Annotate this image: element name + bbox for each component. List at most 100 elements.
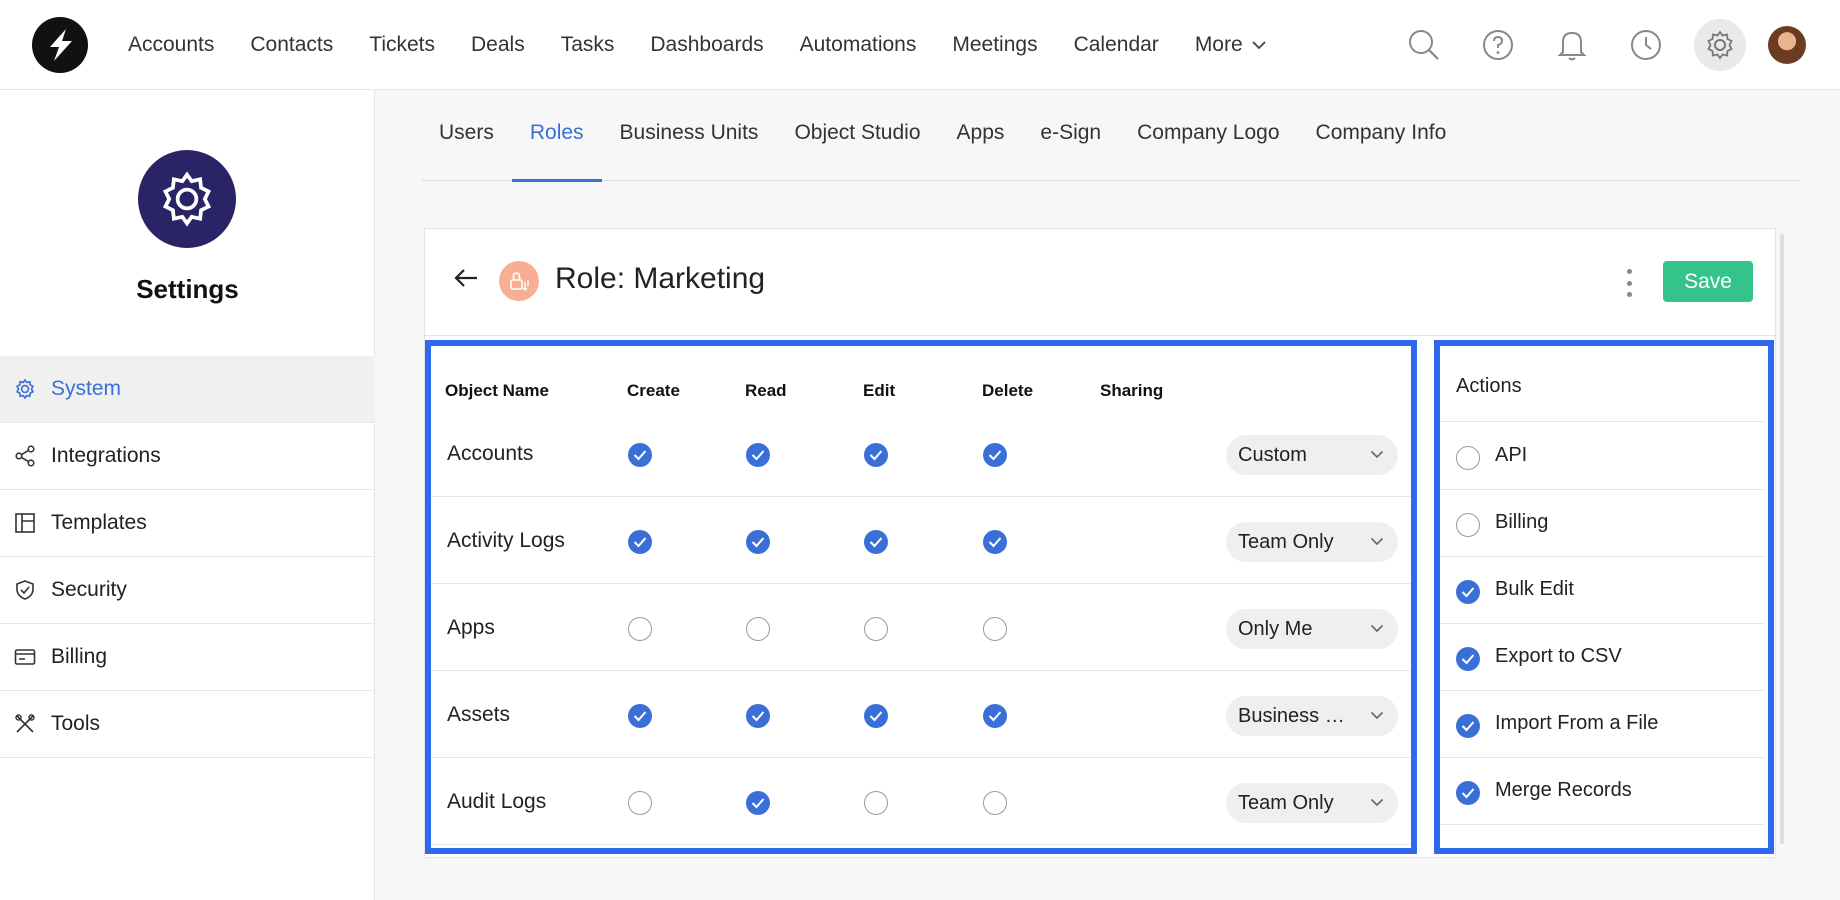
action-checkbox[interactable]	[1456, 781, 1480, 805]
action-label: Password Preferences	[1495, 846, 1696, 848]
sidebar-item-templates[interactable]: Templates	[0, 490, 375, 557]
permissions-table: Object Name Create Read Edit Delete Shar…	[425, 340, 1417, 854]
tab-company-logo[interactable]: Company Logo	[1119, 90, 1297, 181]
tab-users[interactable]: Users	[422, 90, 512, 181]
page-scrollbar[interactable]	[1780, 234, 1784, 844]
column-header-object-name: Object Name	[445, 381, 549, 400]
nav-item-deals[interactable]: Deals	[471, 33, 525, 57]
shield-icon	[14, 579, 36, 601]
sidebar-nav: System Integrations Templates Security B…	[0, 356, 375, 758]
tab-object-studio[interactable]: Object Studio	[776, 90, 938, 181]
nav-item-dashboards[interactable]: Dashboards	[650, 33, 763, 57]
list-item[interactable]: Billing	[1440, 490, 1764, 557]
top-icon-group	[1376, 0, 1806, 90]
read-checkbox[interactable]	[746, 704, 770, 728]
table-row: Assets Business Unit	[431, 671, 1411, 758]
edit-checkbox[interactable]	[864, 617, 888, 641]
delete-checkbox[interactable]	[983, 443, 1007, 467]
delete-checkbox[interactable]	[983, 704, 1007, 728]
nav-more-menu[interactable]: More	[1195, 33, 1267, 57]
sharing-dropdown[interactable]: Custom	[1226, 435, 1398, 475]
create-checkbox[interactable]	[628, 704, 652, 728]
read-checkbox[interactable]	[746, 443, 770, 467]
delete-checkbox[interactable]	[983, 530, 1007, 554]
column-header-edit: Edit	[863, 381, 896, 400]
action-checkbox[interactable]	[1456, 513, 1480, 537]
action-checkbox[interactable]	[1456, 848, 1480, 854]
nav-item-automations[interactable]: Automations	[800, 33, 917, 57]
action-label: Import From a File	[1495, 712, 1659, 734]
sharing-value: Only Me	[1238, 618, 1313, 640]
role-lock-icon	[499, 261, 539, 301]
action-checkbox[interactable]	[1456, 714, 1480, 738]
sharing-dropdown[interactable]: Team Only	[1226, 522, 1398, 562]
back-arrow-icon[interactable]	[453, 267, 479, 294]
object-name: Activity Logs	[447, 529, 565, 552]
edit-checkbox[interactable]	[864, 704, 888, 728]
list-item[interactable]: Merge Records	[1440, 758, 1764, 825]
billing-card-icon	[14, 646, 36, 668]
create-checkbox[interactable]	[628, 617, 652, 641]
settings-gear-icon[interactable]	[1694, 19, 1746, 71]
app-logo-icon[interactable]	[32, 17, 88, 73]
nav-item-accounts[interactable]: Accounts	[128, 33, 214, 57]
edit-checkbox[interactable]	[864, 530, 888, 554]
object-name: Assets	[447, 703, 511, 726]
notification-bell-icon[interactable]	[1546, 19, 1598, 71]
nav-item-contacts[interactable]: Contacts	[250, 33, 333, 57]
action-label: Bulk Edit	[1495, 578, 1574, 600]
list-item[interactable]: Bulk Edit	[1440, 557, 1764, 624]
action-label: Export to CSV	[1495, 645, 1622, 667]
action-checkbox[interactable]	[1456, 647, 1480, 671]
tab-roles[interactable]: Roles	[511, 90, 602, 182]
create-checkbox[interactable]	[628, 791, 652, 815]
top-navbar: Accounts Contacts Tickets Deals Tasks Da…	[0, 0, 1840, 90]
nav-item-tasks[interactable]: Tasks	[561, 33, 615, 57]
more-options-icon[interactable]	[1623, 269, 1635, 297]
list-item[interactable]: Export to CSV	[1440, 624, 1764, 691]
sidebar-item-label: Billing	[51, 645, 108, 668]
read-checkbox[interactable]	[746, 530, 770, 554]
read-checkbox[interactable]	[746, 617, 770, 641]
recent-history-clock-icon[interactable]	[1620, 19, 1672, 71]
delete-checkbox[interactable]	[983, 617, 1007, 641]
help-icon[interactable]	[1472, 19, 1524, 71]
tab-e-sign[interactable]: e-Sign	[1022, 90, 1119, 181]
sidebar-item-billing[interactable]: Billing	[0, 624, 375, 691]
create-checkbox[interactable]	[628, 443, 652, 467]
sharing-value: Business Unit	[1238, 705, 1356, 727]
action-label: Billing	[1495, 511, 1549, 533]
user-avatar[interactable]	[1768, 26, 1806, 64]
nav-item-tickets[interactable]: Tickets	[369, 33, 435, 57]
column-header-delete: Delete	[982, 381, 1034, 400]
sidebar-item-system[interactable]: System	[0, 356, 375, 423]
edit-checkbox[interactable]	[864, 443, 888, 467]
sharing-dropdown[interactable]: Business Unit	[1226, 696, 1398, 736]
nav-item-meetings[interactable]: Meetings	[952, 33, 1037, 57]
object-name: Accounts	[447, 442, 534, 465]
tab-business-units[interactable]: Business Units	[602, 90, 777, 181]
tab-company-info[interactable]: Company Info	[1298, 90, 1465, 181]
sharing-dropdown[interactable]: Only Me	[1226, 609, 1398, 649]
list-item[interactable]: API	[1440, 423, 1764, 490]
list-item[interactable]: Import From a File	[1440, 691, 1764, 758]
sidebar-item-tools[interactable]: Tools	[0, 691, 375, 758]
tools-icon	[14, 713, 36, 735]
action-checkbox[interactable]	[1456, 446, 1480, 470]
sidebar-item-integrations[interactable]: Integrations	[0, 423, 375, 490]
save-button[interactable]: Save	[1663, 261, 1753, 302]
sidebar-item-security[interactable]: Security	[0, 557, 375, 624]
sidebar-item-label: Security	[51, 578, 127, 601]
nav-item-calendar[interactable]: Calendar	[1074, 33, 1159, 57]
sharing-value: Custom	[1238, 444, 1307, 466]
read-checkbox[interactable]	[746, 791, 770, 815]
sidebar-item-label: Templates	[51, 511, 147, 534]
delete-checkbox[interactable]	[983, 791, 1007, 815]
tab-apps[interactable]: Apps	[939, 90, 1023, 181]
search-icon[interactable]	[1398, 19, 1450, 71]
list-item[interactable]: Password Preferences	[1440, 825, 1764, 854]
edit-checkbox[interactable]	[864, 791, 888, 815]
create-checkbox[interactable]	[628, 530, 652, 554]
sharing-dropdown[interactable]: Team Only	[1226, 783, 1398, 823]
action-checkbox[interactable]	[1456, 580, 1480, 604]
